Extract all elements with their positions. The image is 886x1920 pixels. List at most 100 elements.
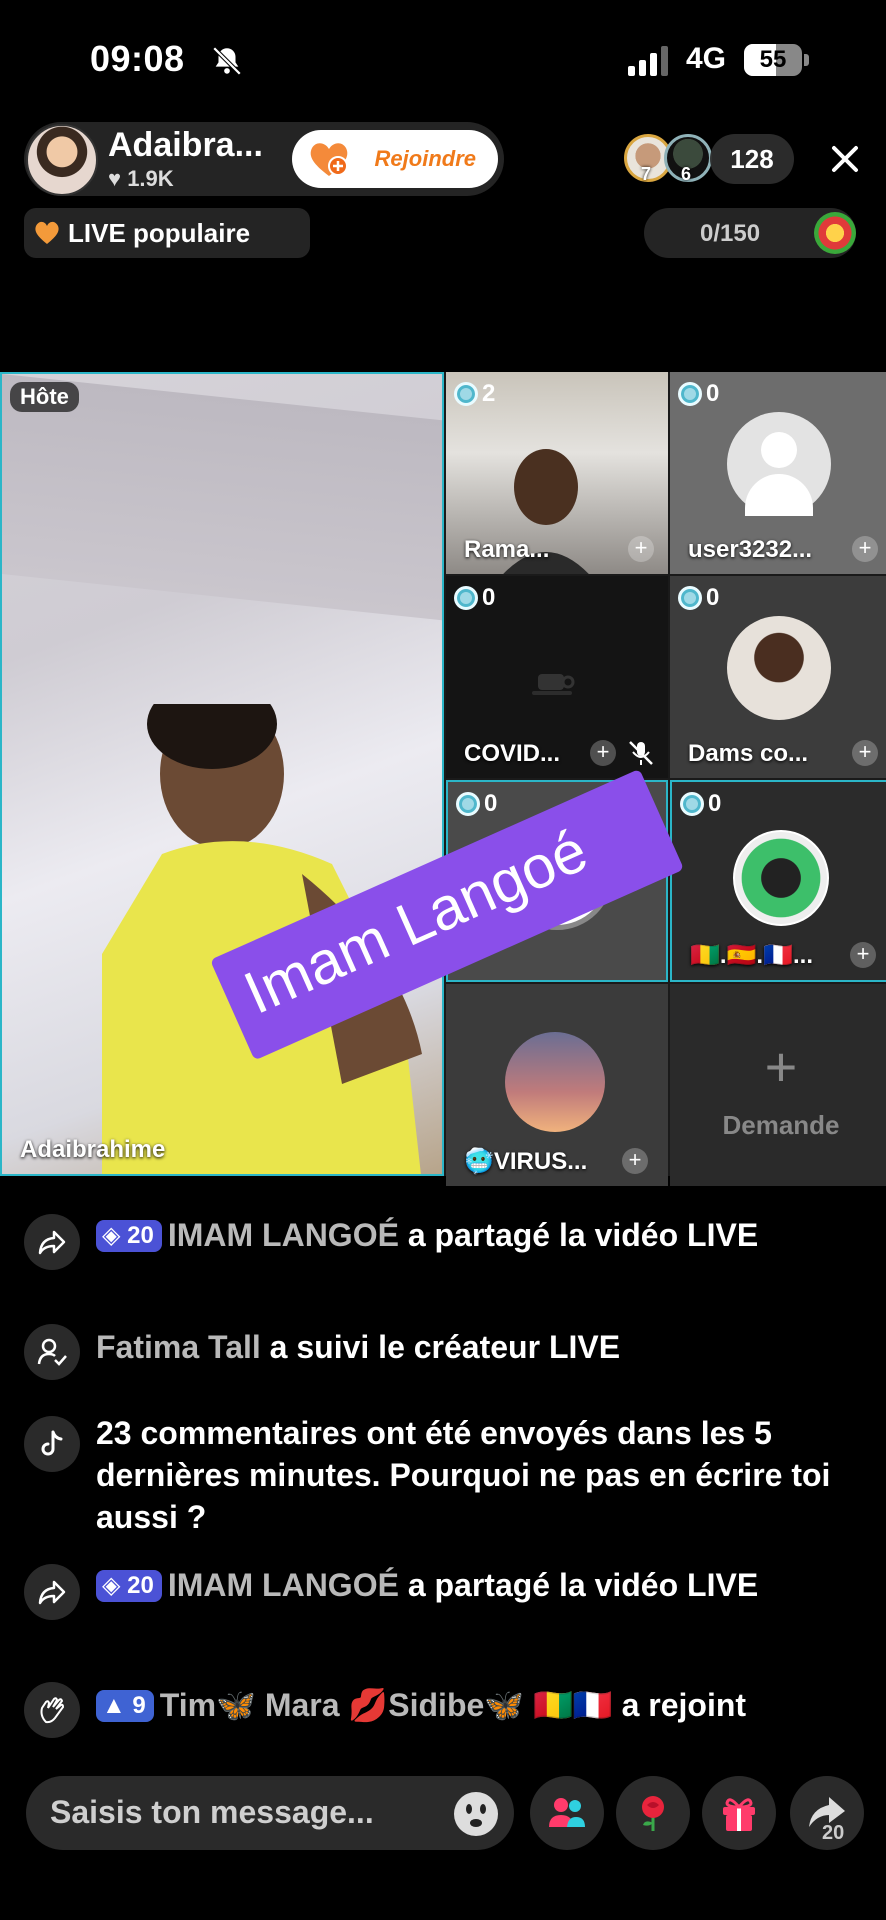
request-label: Demande [722, 1110, 840, 1140]
add-guest-follow-icon[interactable]: + [850, 942, 876, 968]
guest-avatar [727, 616, 831, 720]
battery-level: 55 [759, 46, 787, 73]
guest-avatar [505, 1032, 605, 1132]
network-type: 4G [686, 42, 727, 75]
coin-icon [678, 382, 702, 406]
coin-icon [680, 792, 704, 816]
comment-text: 23 commentaires ont été envoyés dans les… [96, 1415, 831, 1535]
coin-icon [454, 586, 478, 610]
guest-avatar [733, 830, 829, 926]
request-seat-tile[interactable]: + Demande [670, 984, 886, 1186]
top-viewers[interactable]: 7 6 [624, 134, 720, 184]
host-likes: ♥ 1.9K [108, 166, 174, 191]
emoji-icon[interactable] [454, 1792, 498, 1836]
signal-icon [628, 46, 668, 76]
tiktok-icon [24, 1416, 80, 1472]
guest-gift-count: 2 [454, 380, 495, 408]
guest-tile[interactable]: 0 🇬🇳.🇪🇸.🇫🇷... + [670, 780, 886, 982]
gift-goal-icon [814, 212, 856, 254]
top-viewer-rank: 7 [641, 164, 652, 184]
gift-icon [723, 1798, 755, 1831]
people-icon [549, 1798, 585, 1827]
guest-count-value: 0 [482, 584, 496, 611]
guest-name: Dams co... [688, 740, 809, 767]
mic-muted-icon [629, 741, 653, 765]
comment-text: a rejoint [621, 1687, 747, 1723]
guest-name: COVID... [464, 740, 561, 767]
multi-guest-button[interactable] [530, 1776, 604, 1850]
comment-user[interactable]: IMAM LANGOÉ [168, 1567, 399, 1603]
guest-tile[interactable]: 0 user3232... + [670, 372, 886, 574]
add-guest-follow-icon[interactable]: + [628, 536, 654, 562]
guest-tile[interactable]: 0 COVID... + [446, 576, 668, 778]
host-likes-count: 1.9K [127, 166, 174, 191]
level-value: 20 [127, 1222, 154, 1249]
top-viewer-rank: 6 [681, 164, 692, 184]
guest-gift-count: 0 [678, 584, 719, 612]
guest-tile[interactable]: 🥶VIRUS... + [446, 984, 668, 1186]
guest-gift-count: 0 [456, 790, 497, 818]
plus-icon: + [764, 1035, 798, 1098]
level-badge: ◈ 20 [96, 1220, 162, 1252]
popular-live-badge[interactable]: LIVE populaire [24, 208, 310, 258]
guest-count-value: 0 [708, 790, 722, 817]
level-value: 9 [132, 1692, 146, 1719]
share-count: 20 [822, 1822, 845, 1844]
add-guest-follow-icon[interactable]: + [622, 1148, 648, 1174]
guest-count-value: 0 [706, 380, 720, 407]
coin-icon [678, 586, 702, 610]
host-name[interactable]: Adaibra... [108, 126, 263, 165]
gift-button[interactable] [702, 1776, 776, 1850]
guest-tile[interactable]: 0 Dams co... + [670, 576, 886, 778]
level-badge: ▲ 9 [96, 1690, 154, 1722]
guest-count-value: 0 [706, 584, 720, 611]
bell-muted-icon [212, 46, 242, 76]
rose-icon [642, 1796, 664, 1831]
level-value: 20 [127, 1572, 154, 1599]
join-button-label: Rejoindre [374, 146, 476, 171]
guest-tile[interactable]: 2 Rama... + [446, 372, 668, 574]
popular-heart-icon [35, 221, 59, 244]
share-icon [24, 1564, 80, 1620]
gift-goal[interactable]: 0/150 [644, 208, 856, 258]
guest-name: 🥶VIRUS... [464, 1148, 588, 1175]
host-badge: Hôte [10, 382, 79, 412]
host-tile-name: Adaibrahime [20, 1136, 166, 1163]
coin-icon [456, 792, 480, 816]
host-video-tile[interactable]: Hôte Adaibrahime [0, 372, 444, 1176]
host-avatar[interactable] [26, 124, 98, 196]
comment-user[interactable]: Tim🦋 Mara 💋Sidibe🦋 🇬🇳🇫🇷 [160, 1687, 613, 1723]
comment-text: a suivi le créateur LIVE [269, 1329, 621, 1365]
cup-icon [532, 674, 575, 695]
default-avatar [727, 412, 831, 516]
guest-name: user3232... [688, 536, 813, 563]
comment-text: a partagé la vidéo LIVE [407, 1217, 759, 1253]
guest-name: Rama... [464, 536, 550, 563]
add-guest-follow-icon[interactable]: + [590, 740, 616, 766]
wave-icon [24, 1682, 80, 1738]
message-input[interactable]: Saisis ton message... [26, 1776, 514, 1850]
guest-gift-count: 0 [678, 380, 719, 408]
add-guest-follow-icon[interactable]: + [852, 536, 878, 562]
share-icon [24, 1214, 80, 1270]
add-guest-follow-icon[interactable]: + [852, 740, 878, 766]
comment-text: a partagé la vidéo LIVE [407, 1567, 759, 1603]
level-badge: ◈ 20 [96, 1570, 162, 1602]
message-placeholder: Saisis ton message... [50, 1794, 374, 1830]
comment-user[interactable]: Fatima Tall [96, 1329, 261, 1365]
popular-live-label: LIVE populaire [68, 218, 251, 248]
guest-name: 🇬🇳.🇪🇸.🇫🇷... [690, 942, 813, 969]
battery-icon: 55 [744, 44, 810, 76]
status-bar: 09:08 4G 55 [0, 0, 886, 120]
guest-gift-count: 0 [454, 584, 495, 612]
viewer-count[interactable]: 128 [710, 134, 794, 184]
multi-guest-grid: Hôte Adaibrahime 2 Rama... + 0 user3232.… [0, 372, 886, 1186]
comment-user[interactable]: IMAM LANGOÉ [168, 1217, 399, 1253]
guest-count-value: 0 [484, 790, 498, 817]
close-icon[interactable] [822, 136, 868, 182]
top-viewer-avatar[interactable]: 6 [664, 134, 712, 184]
gift-goal-progress: 0/150 [700, 220, 761, 247]
follow-icon [24, 1324, 80, 1380]
rose-gift-button[interactable] [616, 1776, 690, 1850]
status-time: 09:08 [90, 38, 185, 79]
